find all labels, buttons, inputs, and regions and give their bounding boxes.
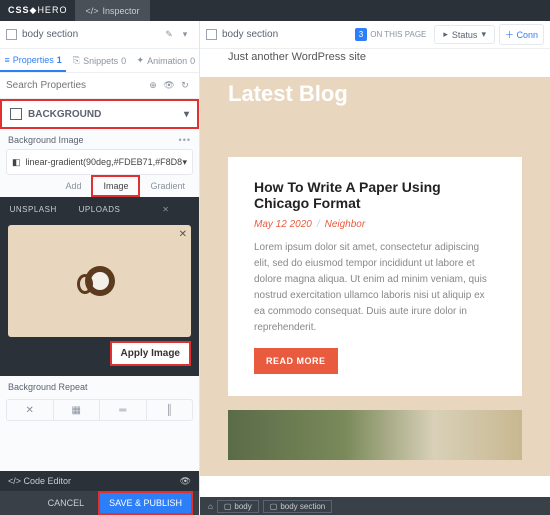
repeat-tile[interactable]: ▦	[54, 400, 101, 420]
status-dropdown[interactable]: ▸ Status ▾	[434, 25, 495, 44]
more-icon[interactable]: •••	[179, 135, 191, 145]
chevron-down-icon: ▾	[182, 157, 187, 168]
home-icon[interactable]: ⌂	[208, 502, 213, 511]
bg-image-label: Background Image•••	[0, 129, 199, 149]
card-excerpt: Lorem ipsum dolor sit amet, consectetur …	[254, 240, 496, 336]
crumb-body[interactable]: ▢body	[217, 500, 259, 513]
image-uploader: UNSPLASH UPLOADS ✕ ✕ Apply Image	[0, 197, 199, 376]
tab-uploads[interactable]: UPLOADS	[66, 205, 132, 214]
card-title[interactable]: How To Write A Paper Using Chicago Forma…	[254, 179, 496, 211]
selector-text: body section	[22, 29, 161, 40]
target-icon[interactable]: ⊕	[145, 78, 161, 94]
background-icon	[10, 108, 22, 120]
search-row: ⊕ 👁 ↻	[0, 73, 199, 99]
site-tagline: Just another WordPress site	[228, 49, 522, 77]
selector-icon	[206, 29, 217, 40]
eye-icon[interactable]: 👁	[180, 476, 191, 487]
chevron-down-icon: ▾	[184, 109, 189, 120]
app-topbar: CSS◆HERO </>Inspector	[0, 0, 550, 21]
tab-animation[interactable]: ✦Animation 0	[133, 49, 199, 72]
panel-tabs: ≡Properties 1 ⎘Snippets 0 ✦Animation 0	[0, 49, 199, 73]
read-more-button[interactable]: READ MORE	[254, 348, 338, 374]
blog-card: How To Write A Paper Using Chicago Forma…	[228, 157, 522, 396]
connect-button[interactable]: ＋ Conn	[499, 24, 544, 45]
bg-repeat-options: ✕ ▦ ═ ║	[6, 399, 193, 421]
card-meta: May 12 2020/Neighbor	[254, 219, 496, 230]
image-source-tabs: Add Image Gradient	[0, 175, 199, 197]
chevron-down-icon[interactable]: ▾	[177, 27, 193, 43]
refresh-icon[interactable]: ↻	[177, 78, 193, 94]
bg-image-input[interactable]: ◧ linear-gradient(90deg,#FDEB71,#F8D800)…	[6, 149, 193, 175]
section-background[interactable]: BACKGROUND ▾	[0, 99, 199, 129]
logo-hero: ◆HERO	[30, 5, 68, 15]
logo: CSS◆HERO	[0, 5, 75, 16]
cancel-button[interactable]: CANCEL	[40, 494, 93, 512]
card-image	[228, 410, 522, 460]
close-icon[interactable]: ✕	[133, 205, 199, 214]
hero-title: Latest Blog	[228, 77, 522, 123]
repeat-none[interactable]: ✕	[7, 400, 54, 420]
gradient-icon: ◧	[12, 157, 21, 168]
sliders-icon: ≡	[5, 55, 10, 65]
coffee-cup-image	[85, 266, 115, 296]
breadcrumb-footer: ⌂ ▢body ▢body section	[200, 497, 550, 515]
tab-image[interactable]: Image	[91, 175, 140, 197]
edit-icon[interactable]: ✎	[161, 27, 177, 43]
badge-label: ON THIS PAGE	[370, 30, 426, 39]
code-icon: </>	[85, 6, 98, 16]
properties-panel: body section ✎ ▾ ≡Properties 1 ⎘Snippets…	[0, 21, 200, 515]
stage-selector: body section	[222, 29, 355, 40]
remove-image-icon[interactable]: ✕	[179, 229, 187, 240]
tab-gradient[interactable]: Gradient	[140, 177, 195, 195]
tab-properties[interactable]: ≡Properties 1	[0, 49, 66, 72]
eye-icon[interactable]: 👁	[161, 78, 177, 94]
search-input[interactable]	[6, 80, 145, 91]
tab-add[interactable]: Add	[55, 177, 91, 195]
selector-row: body section ✎ ▾	[0, 21, 199, 49]
bg-repeat-label: Background Repeat	[0, 376, 199, 396]
preview-stage: body section 3 ON THIS PAGE ▸ Status ▾ ＋…	[200, 21, 550, 515]
hero-section: Latest Blog	[200, 77, 550, 141]
page-preview: Just another WordPress site Latest Blog …	[200, 49, 550, 497]
code-editor-toggle[interactable]: </> Code Editor👁	[0, 471, 199, 491]
repeat-x[interactable]: ═	[100, 400, 147, 420]
save-publish-button[interactable]: SAVE & PUBLISH	[98, 491, 193, 515]
stage-toolbar: body section 3 ON THIS PAGE ▸ Status ▾ ＋…	[200, 21, 550, 49]
tab-snippets[interactable]: ⎘Snippets 0	[66, 49, 132, 72]
snippet-icon: ⎘	[73, 55, 80, 66]
apply-image-button[interactable]: Apply Image	[110, 341, 191, 366]
spark-icon: ✦	[137, 55, 145, 66]
selector-icon	[6, 29, 17, 40]
tab-inspector[interactable]: </>Inspector	[75, 0, 149, 21]
repeat-y[interactable]: ║	[147, 400, 193, 420]
bg-image-value: linear-gradient(90deg,#FDEB71,#F8D800)	[26, 157, 183, 167]
crumb-body-section[interactable]: ▢body section	[263, 500, 332, 513]
count-badge: 3	[355, 28, 367, 41]
image-preview[interactable]: ✕	[8, 225, 191, 337]
tab-unsplash[interactable]: UNSPLASH	[0, 205, 66, 214]
